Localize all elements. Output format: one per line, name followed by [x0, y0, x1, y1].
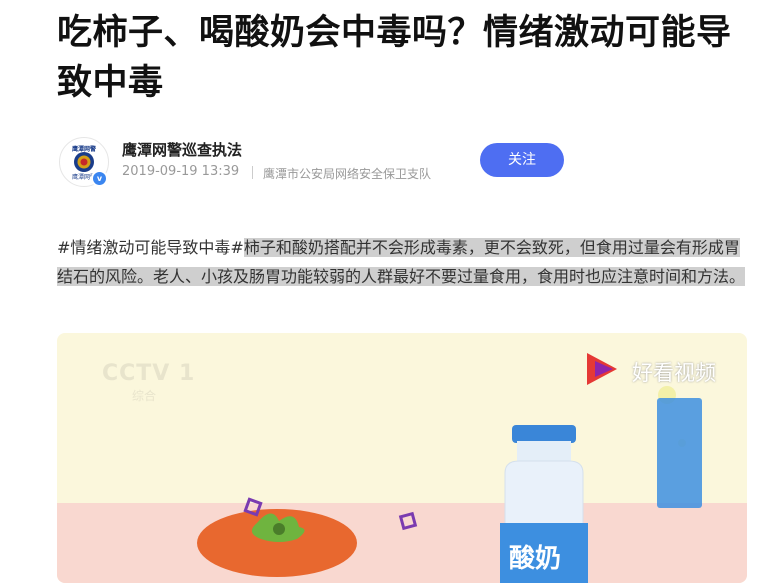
bottle-label: 酸奶	[509, 544, 562, 574]
author-organization: 鹰潭市公安局网络安全保卫支队	[263, 167, 432, 181]
author-name[interactable]: 鹰潭网警巡查执法	[122, 139, 242, 160]
hashtag-link[interactable]: #情绪激动可能导致中毒#	[57, 238, 244, 257]
cctv-sub: 综合	[132, 389, 157, 403]
video-player[interactable]: CCTV 1 综合 好看视频 酸奶	[57, 333, 747, 583]
publish-date: 2019-09-19 13:39	[122, 164, 240, 179]
cctv-logo: CCTV 1	[102, 361, 196, 386]
follow-button[interactable]: 关注	[480, 143, 564, 177]
info-strip	[657, 398, 702, 508]
persimmon-icon	[197, 509, 357, 577]
verified-icon: v	[91, 170, 108, 187]
article-body: #情绪激动可能导致中毒#柿子和酸奶搭配并不会形成毒素，更不会致死，但食用过量会有…	[57, 233, 749, 291]
haokan-logo-icon	[587, 353, 617, 385]
article-title: 吃柿子、喝酸奶会中毒吗？情绪激动可能导致中毒	[57, 13, 732, 103]
watermark-label: 好看视频	[632, 361, 716, 385]
divider	[252, 166, 253, 179]
author-row: 鹰潭网警 鹰潭网警 v 鹰潭网警巡查执法 2019-09-19 13:39 鹰潭…	[57, 137, 747, 189]
